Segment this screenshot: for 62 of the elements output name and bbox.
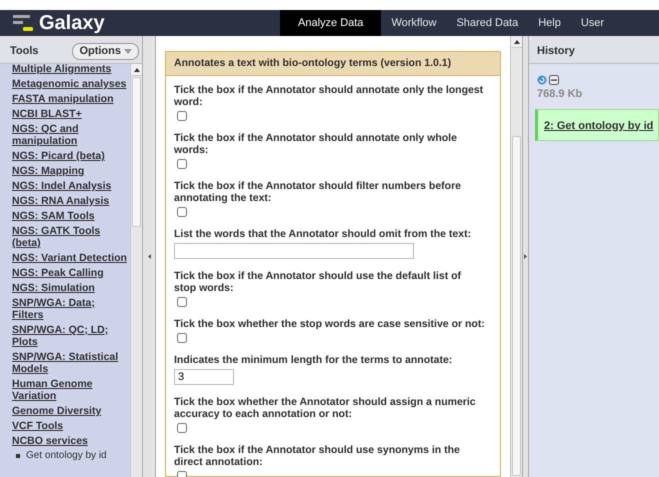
field-label: Tick the box if the Annotator should annotate only the longest word: <box>174 84 484 108</box>
history-size: 768.9 Kb <box>536 87 584 102</box>
collapse-left-icon[interactable] <box>148 254 150 259</box>
field-label: Tick the box if the Annotator should annotate only whole words: <box>174 132 458 156</box>
nav-tab[interactable]: Workflow <box>381 10 446 36</box>
scrollbar[interactable] <box>130 64 142 477</box>
bullet-icon <box>16 454 20 458</box>
tool-section-link[interactable]: Multiple Alignments <box>12 64 128 75</box>
scrollbar[interactable] <box>510 36 522 477</box>
history-item[interactable]: 2: Get ontology by id <box>535 108 659 140</box>
tool-section-link[interactable]: Metagenomic analyses <box>12 78 128 90</box>
tool-section-link[interactable]: NGS: Picard (beta) <box>12 150 128 162</box>
text-field[interactable]: 3 <box>174 369 234 385</box>
tool-section-link[interactable]: NGS: Mapping <box>12 165 128 177</box>
tool-section-link[interactable]: NGS: Peak Calling <box>12 267 128 279</box>
checkbox[interactable] <box>177 333 187 343</box>
nav-tab[interactable]: Shared Data <box>446 10 528 36</box>
tool-section-link[interactable]: NGS: Variant Detection <box>12 252 128 264</box>
form-title: Annotates a text with bio-ontology terms (version 1.0.1) <box>166 52 500 76</box>
tool-section-link[interactable]: SNP/WGA: Statistical Models <box>12 351 128 375</box>
tool-section-link[interactable]: SNP/WGA: QC; LD; Plots <box>12 324 128 348</box>
nav-tab[interactable]: User <box>570 10 614 36</box>
nav-tab[interactable]: Analyze Data <box>280 10 382 36</box>
tool-section-link[interactable]: NGS: GATK Tools (beta) <box>12 225 128 249</box>
nav-tab[interactable]: Help <box>528 10 571 36</box>
tool-link[interactable]: Get ontology by id <box>26 450 107 462</box>
tools-title: Tools <box>10 44 39 60</box>
tool-section-link[interactable]: NCBI BLAST+ <box>12 108 128 120</box>
field-label: Tick the box whether the Annotator should assign a numeric accuracy to each annotation or not: <box>174 396 477 420</box>
field-label: Tick the box whether the stop words are case sensitive or not: <box>174 318 486 330</box>
checkbox[interactable] <box>177 159 187 169</box>
tool-section-link[interactable]: VCF Tools <box>12 420 128 432</box>
history-item-link[interactable]: 2: Get ontology by id <box>544 120 654 132</box>
history-title: History <box>537 44 575 60</box>
field-label: Tick the box if the Annotator should filter numbers before annotating the text: <box>174 180 462 204</box>
tool-section-link[interactable]: NGS: QC and manipulation <box>12 123 128 147</box>
field-label: Tick the box if the Annotator should use the default list of stop words: <box>174 270 462 294</box>
tool-section-link[interactable]: Genome Diversity <box>12 405 128 417</box>
checkbox[interactable] <box>177 207 187 217</box>
up-arrow-icon <box>514 40 520 44</box>
tool-section-link[interactable]: Human Genome Variation <box>12 378 128 402</box>
checkbox[interactable] <box>177 423 187 433</box>
brand-title: Galaxy <box>39 11 105 36</box>
tool-section-link[interactable]: NGS: Simulation <box>12 282 128 294</box>
field-label: Tick the box if the Annotator should use synonyms in the direct annotation: <box>174 444 461 468</box>
options-button[interactable]: Options <box>72 43 139 60</box>
tool-section-link[interactable]: NGS: SAM Tools <box>12 210 128 222</box>
tool-section-link[interactable]: FASTA manipulation <box>12 93 128 105</box>
tool-section-link[interactable]: NGS: Indel Analysis <box>12 180 128 192</box>
logo-icon <box>13 14 33 32</box>
text-field[interactable] <box>174 243 414 259</box>
caret-icon <box>124 49 132 54</box>
checkbox[interactable] <box>177 297 187 307</box>
field-label: Indicates the minimum length for the terms to annotate: <box>174 354 454 366</box>
tool-section-link[interactable]: NCBO services <box>12 435 128 447</box>
collapse-icon[interactable] <box>549 74 559 84</box>
checkbox[interactable] <box>177 111 187 121</box>
tool-section-link[interactable]: SNP/WGA: Data; Filters <box>12 297 128 321</box>
up-arrow-icon <box>134 68 140 72</box>
tool-section-link[interactable]: NGS: RNA Analysis <box>12 195 128 207</box>
collapse-right-icon[interactable] <box>524 254 527 259</box>
field-label: List the words that the Annotator should omit from the text: <box>174 228 472 240</box>
